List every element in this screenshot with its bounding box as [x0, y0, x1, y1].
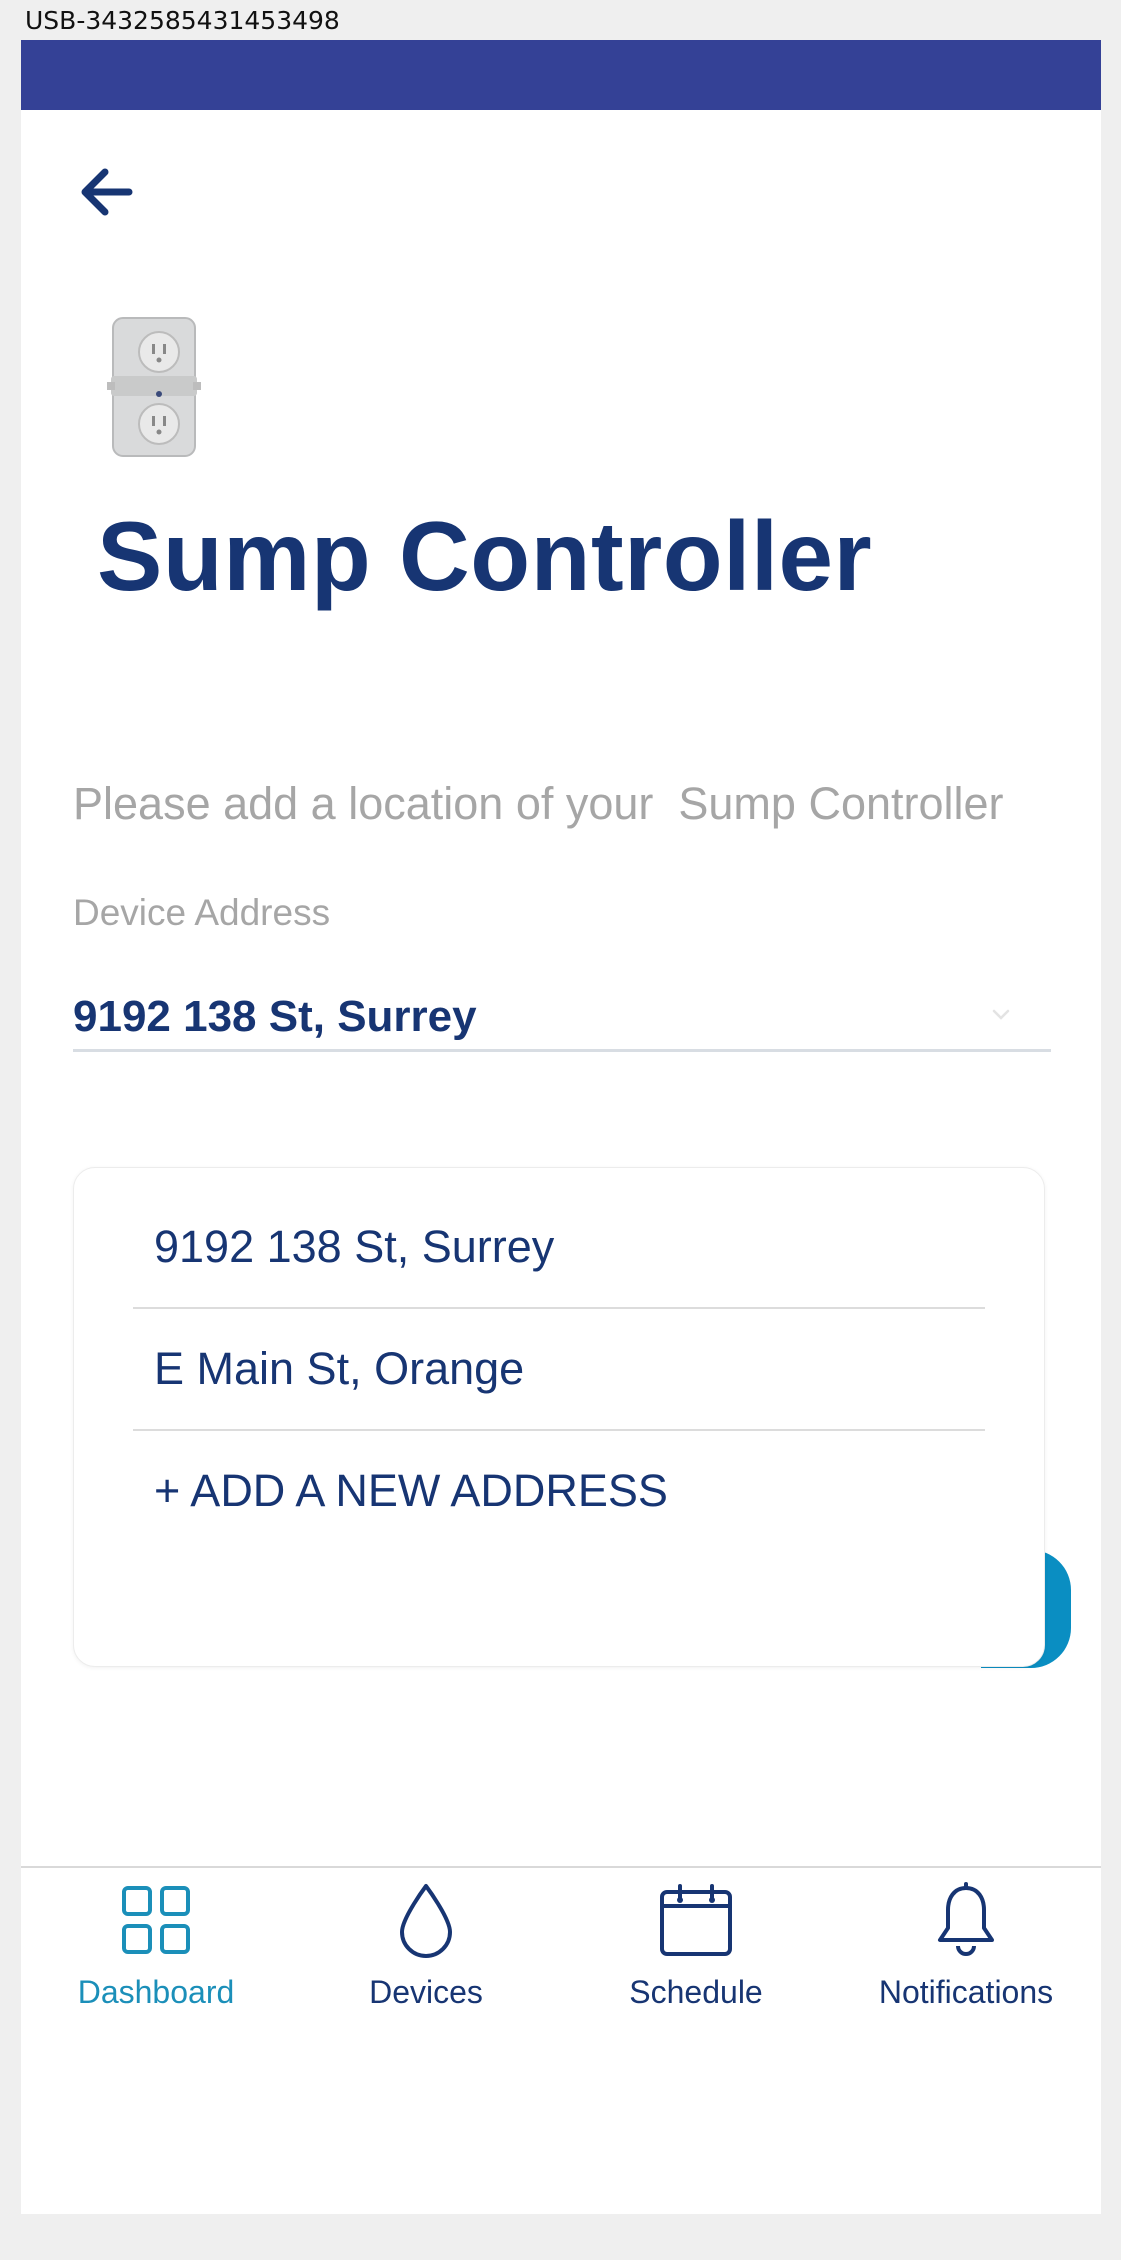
address-field-underline: [73, 1049, 1051, 1052]
arrow-left-icon: [81, 168, 133, 216]
add-new-address-option[interactable]: + ADD A NEW ADDRESS: [154, 1430, 974, 1552]
device-address-label: Device Address: [73, 892, 331, 933]
address-dropdown: 9192 138 St, Surrey E Main St, Orange + …: [73, 1167, 1045, 1667]
bottom-nav: Dashboard Devices Schedule Notifications: [21, 1866, 1101, 2016]
bell-icon: [938, 1882, 994, 1956]
device-address-select[interactable]: 9192 138 St, Surrey: [73, 992, 477, 1042]
address-option-orange[interactable]: E Main St, Orange: [154, 1308, 974, 1430]
chevron-down-icon[interactable]: [981, 995, 1021, 1035]
status-bar: [21, 40, 1101, 110]
nav-label-dashboard: Dashboard: [77, 1974, 235, 2010]
nav-item-dashboard[interactable]: Dashboard: [21, 1868, 291, 2016]
nav-item-devices[interactable]: Devices: [291, 1868, 561, 2016]
location-prompt: Please add a location of your Sump Contr…: [73, 778, 1004, 829]
nav-item-schedule[interactable]: Schedule: [561, 1868, 831, 2016]
smart-outlet-image: [107, 317, 201, 457]
nav-label-devices: Devices: [369, 1974, 483, 2010]
calendar-icon: [660, 1884, 732, 1956]
back-button[interactable]: [65, 152, 145, 232]
app-screen: Sump Controller Please add a location of…: [21, 40, 1101, 2214]
dashboard-grid-icon: [122, 1886, 190, 1954]
nav-label-schedule: Schedule: [629, 1974, 763, 2010]
nav-label-notifications: Notifications: [878, 1974, 1054, 2010]
water-drop-icon: [400, 1884, 452, 1958]
nav-item-notifications[interactable]: Notifications: [831, 1868, 1101, 2016]
device-id-label: USB-3432585431453498: [25, 6, 340, 35]
page-title: Sump Controller: [97, 501, 873, 611]
address-option-surrey[interactable]: 9192 138 St, Surrey: [154, 1186, 974, 1308]
